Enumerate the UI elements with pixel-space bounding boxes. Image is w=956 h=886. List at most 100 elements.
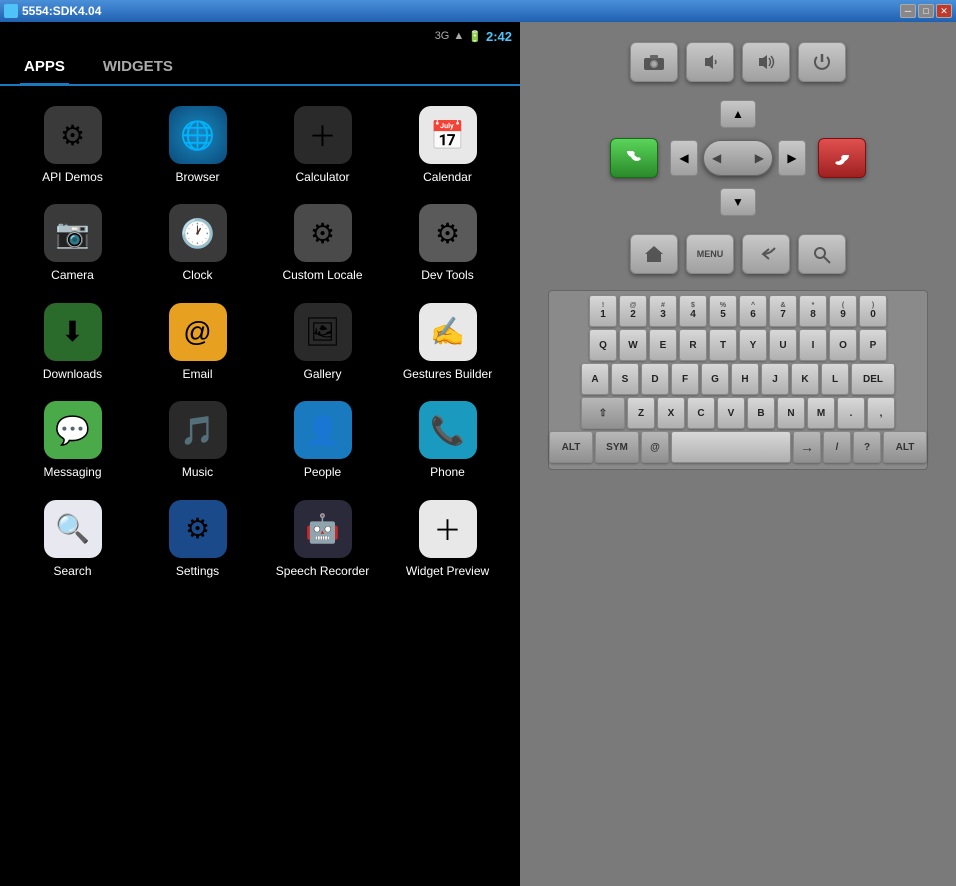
key-O[interactable]: O (829, 329, 857, 361)
key-6[interactable]: ^6 (739, 295, 767, 327)
key-E[interactable]: E (649, 329, 677, 361)
end-call-button[interactable] (818, 138, 866, 178)
key-A[interactable]: A (581, 363, 609, 395)
key-W[interactable]: W (619, 329, 647, 361)
key-F[interactable]: F (671, 363, 699, 395)
maximize-button[interactable]: □ (918, 4, 934, 18)
key-Q[interactable]: Q (589, 329, 617, 361)
app-music[interactable]: 🎵Music (135, 391, 260, 489)
messaging-label: Messaging (43, 465, 101, 479)
home-button[interactable] (630, 234, 678, 274)
calendar-label: Calendar (423, 170, 472, 184)
app-gestures[interactable]: ✍Gestures Builder (385, 293, 510, 391)
key-L[interactable]: L (821, 363, 849, 395)
key-DEL[interactable]: DEL (851, 363, 895, 395)
camera-button[interactable] (630, 42, 678, 82)
app-clock[interactable]: 🕐Clock (135, 194, 260, 292)
call-button[interactable] (610, 138, 658, 178)
dpad-down-button[interactable]: ▼ (720, 188, 756, 216)
tab-widgets[interactable]: WIDGETS (99, 50, 177, 86)
browser-icon: 🌐 (169, 106, 227, 164)
dpad-center[interactable]: ◀ ▶ (703, 140, 773, 176)
key-9[interactable]: (9 (829, 295, 857, 327)
key-4[interactable]: $4 (679, 295, 707, 327)
app-downloads[interactable]: ⬇Downloads (10, 293, 135, 391)
power-button[interactable] (798, 42, 846, 82)
status-bar: 3G ▲ 🔋 2:42 (0, 22, 520, 50)
key-M[interactable]: M (807, 397, 835, 429)
camera-icon: 📷 (44, 204, 102, 262)
key-,[interactable]: , (867, 397, 895, 429)
key-Z[interactable]: Z (627, 397, 655, 429)
key-0[interactable]: )0 (859, 295, 887, 327)
key-SYM[interactable]: SYM (595, 431, 639, 463)
dpad-up-button[interactable]: ▲ (720, 100, 756, 128)
minimize-button[interactable]: ─ (900, 4, 916, 18)
key-5[interactable]: %5 (709, 295, 737, 327)
app-api-demos[interactable]: ⚙API Demos (10, 96, 135, 194)
search-ctrl-button[interactable] (798, 234, 846, 274)
close-button[interactable]: ✕ (936, 4, 952, 18)
app-speech[interactable]: 🤖Speech Recorder (260, 490, 385, 588)
clock-icon: 🕐 (169, 204, 227, 262)
app-widget-preview[interactable]: ＋Widget Preview (385, 490, 510, 588)
back-button[interactable] (742, 234, 790, 274)
tab-apps[interactable]: APPS (20, 50, 69, 86)
gestures-icon: ✍ (419, 303, 477, 361)
key-ALT[interactable]: ALT (549, 431, 593, 463)
key-R[interactable]: R (679, 329, 707, 361)
key-T[interactable]: T (709, 329, 737, 361)
key-D[interactable]: D (641, 363, 669, 395)
key-I[interactable]: I (799, 329, 827, 361)
key-@[interactable]: @ (641, 431, 669, 463)
app-custom-locale[interactable]: ⚙Custom Locale (260, 194, 385, 292)
key-→[interactable]: → (793, 431, 821, 463)
key-1[interactable]: !1 (589, 295, 617, 327)
key-P[interactable]: P (859, 329, 887, 361)
app-browser[interactable]: 🌐Browser (135, 96, 260, 194)
key-X[interactable]: X (657, 397, 685, 429)
key-?[interactable]: ? (853, 431, 881, 463)
key-J[interactable]: J (761, 363, 789, 395)
app-calendar[interactable]: 📅Calendar (385, 96, 510, 194)
key-S[interactable]: S (611, 363, 639, 395)
gallery-icon: 🖼 (294, 303, 352, 361)
key-K[interactable]: K (791, 363, 819, 395)
app-camera[interactable]: 📷 Camera (10, 194, 135, 292)
dpad-left-button[interactable]: ◀ (670, 140, 698, 176)
app-settings[interactable]: ⚙Settings (135, 490, 260, 588)
key-H[interactable]: H (731, 363, 759, 395)
app-search[interactable]: 🔍Search (10, 490, 135, 588)
app-gallery[interactable]: 🖼Gallery (260, 293, 385, 391)
key-V[interactable]: V (717, 397, 745, 429)
key-2[interactable]: @2 (619, 295, 647, 327)
key-B[interactable]: B (747, 397, 775, 429)
app-people[interactable]: 👤People (260, 391, 385, 489)
search-label: Search (53, 564, 91, 578)
key-C[interactable]: C (687, 397, 715, 429)
menu-button[interactable]: MENU (686, 234, 734, 274)
key-shift[interactable]: ⇧ (581, 397, 625, 429)
custom-locale-label: Custom Locale (282, 268, 362, 282)
app-email[interactable]: @Email (135, 293, 260, 391)
key-/[interactable]: / (823, 431, 851, 463)
key-space[interactable] (671, 431, 791, 463)
phone-icon: 📞 (419, 401, 477, 459)
key-Y[interactable]: Y (739, 329, 767, 361)
key-8[interactable]: *8 (799, 295, 827, 327)
volume-down-button[interactable] (686, 42, 734, 82)
key-3[interactable]: #3 (649, 295, 677, 327)
key-N[interactable]: N (777, 397, 805, 429)
app-phone[interactable]: 📞Phone (385, 391, 510, 489)
dpad-right-button[interactable]: ▶ (778, 140, 806, 176)
key-ALT[interactable]: ALT (883, 431, 927, 463)
key-U[interactable]: U (769, 329, 797, 361)
volume-up-button[interactable] (742, 42, 790, 82)
camera-label: Camera (51, 268, 94, 282)
app-dev-tools[interactable]: ⚙Dev Tools (385, 194, 510, 292)
app-calculator[interactable]: ＋Calculator (260, 96, 385, 194)
key-G[interactable]: G (701, 363, 729, 395)
app-messaging[interactable]: 💬Messaging (10, 391, 135, 489)
key-7[interactable]: &7 (769, 295, 797, 327)
key-.[interactable]: . (837, 397, 865, 429)
